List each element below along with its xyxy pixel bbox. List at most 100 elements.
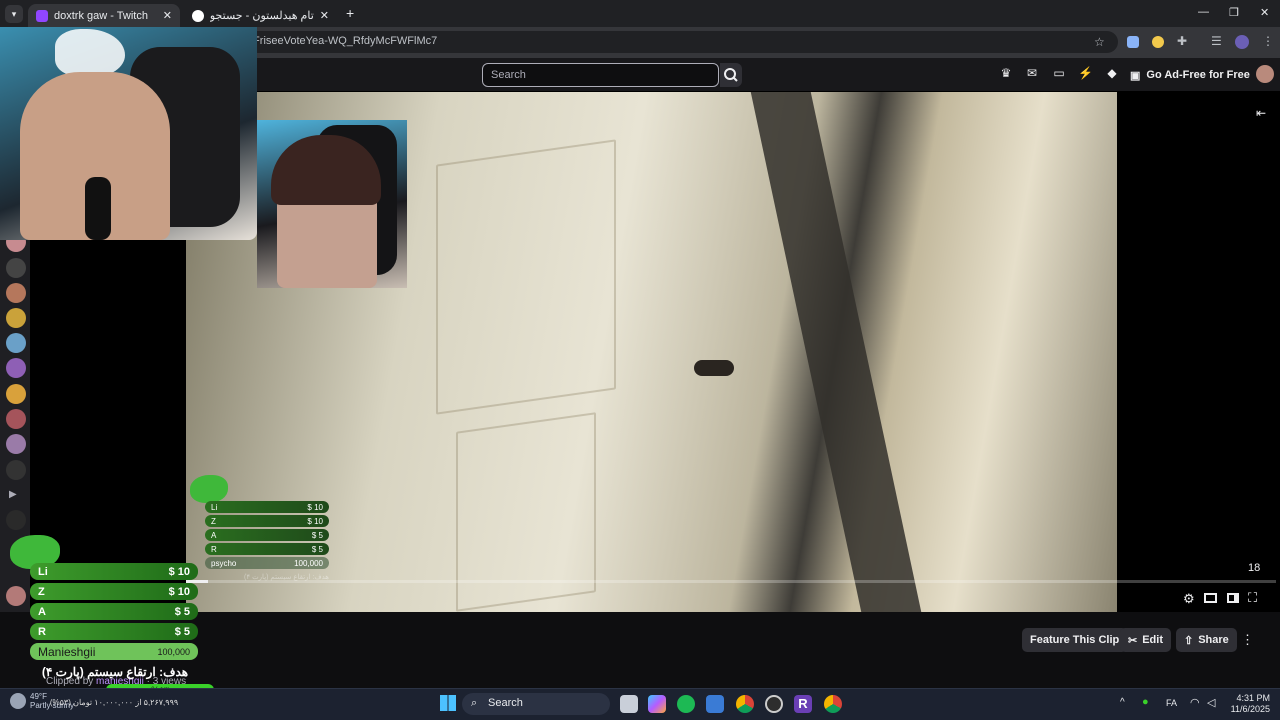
goal-amount: $ 5 <box>174 605 190 618</box>
profile-avatar[interactable] <box>1235 35 1249 49</box>
goal-label: Li <box>211 502 218 512</box>
channel-avatar[interactable] <box>6 308 26 328</box>
more-options-icon[interactable]: ⋮ <box>1241 632 1254 648</box>
viewer-count: 18 <box>1248 562 1261 574</box>
close-icon[interactable]: ✕ <box>320 9 329 22</box>
language-indicator[interactable]: FA <box>1166 698 1177 708</box>
microphone-icon[interactable]: ● <box>1142 696 1149 708</box>
user-avatar[interactable] <box>1256 65 1274 83</box>
share-button[interactable]: ⇧ Share <box>1176 628 1237 652</box>
video-camera-icon[interactable]: ▶ <box>9 489 17 500</box>
volume-icon[interactable]: ◁ <box>1207 696 1215 709</box>
prime-crown-icon[interactable]: ♛ <box>999 66 1013 82</box>
settings-gear-icon[interactable]: ⚙ <box>1183 591 1195 607</box>
goal-amount: $ 10 <box>168 565 190 578</box>
url-text: \FriseeVoteYea-WQ_RfdyMcFWFlMc7 <box>250 35 438 47</box>
go-ad-free-button[interactable]: ▣ Go Ad-Free for Free <box>1130 63 1250 87</box>
browser-menu-icon[interactable]: ⋮ <box>1262 34 1274 48</box>
go-ad-free-label: Go Ad-Free for Free <box>1146 69 1250 81</box>
goal-row: Z $ 10 <box>205 515 329 527</box>
channel-avatar[interactable] <box>6 258 26 278</box>
goal-amount: 100,000 <box>294 558 323 568</box>
goal-amount: $ 5 <box>311 544 323 554</box>
bookmark-star-icon[interactable]: ☆ <box>1094 35 1105 49</box>
feature-clip-button[interactable]: Feature This Clip <box>1022 628 1128 652</box>
goal-label: Li <box>38 565 48 578</box>
new-tab-button[interactable]: + <box>346 6 360 20</box>
minimize-button[interactable]: — <box>1198 6 1209 18</box>
close-window-button[interactable]: ✕ <box>1260 6 1269 19</box>
clock-date: 11/6/2025 <box>1230 704 1270 714</box>
channel-avatar[interactable] <box>6 460 26 480</box>
channel-avatar[interactable] <box>6 510 26 530</box>
whispers-icon[interactable]: ▭ <box>1052 66 1066 82</box>
address-bar[interactable]: \FriseeVoteYea-WQ_RfdyMcFWFlMc7 <box>160 31 1118 53</box>
goal-label: R <box>211 544 217 554</box>
search-input[interactable]: Search <box>482 63 719 87</box>
taskbar-search-label: Search <box>488 697 523 709</box>
theatre-mode-icon[interactable] <box>1204 593 1217 603</box>
chrome-icon[interactable] <box>736 695 754 713</box>
inbox-icon[interactable]: ✉ <box>1025 66 1039 82</box>
wifi-icon[interactable]: ◠ <box>1190 696 1200 709</box>
channel-avatar[interactable] <box>6 586 26 606</box>
search-icon <box>724 68 738 82</box>
goal-row: R $ 5 <box>30 623 198 640</box>
progress-bar[interactable] <box>186 580 1276 583</box>
copilot-icon[interactable] <box>648 695 666 713</box>
goal-label: Z <box>38 585 45 598</box>
edit-label: Edit <box>1142 634 1163 646</box>
extensions-puzzle-icon[interactable]: ✚ <box>1177 34 1187 48</box>
tab-twitch[interactable]: doxtrk gaw - Twitch ✕ <box>28 4 180 27</box>
door-handle <box>694 360 734 376</box>
app-icon[interactable] <box>706 695 724 713</box>
twitch-icon <box>36 9 48 22</box>
channel-avatar[interactable] <box>6 333 26 353</box>
channel-avatar[interactable] <box>6 409 26 429</box>
share-icon: ⇧ <box>1184 634 1194 647</box>
edit-button[interactable]: ✂ Edit <box>1120 628 1171 652</box>
clock-time: 4:31 PM <box>1236 693 1270 703</box>
guest-webcam <box>257 120 407 288</box>
tab-search-button[interactable]: ▾ <box>5 5 23 23</box>
door-frame <box>750 92 922 612</box>
video-letterbox-right <box>1117 92 1280 612</box>
channel-avatar[interactable] <box>6 358 26 378</box>
channel-avatar[interactable] <box>6 384 26 404</box>
goal-row: Manieshgii 100,000 <box>30 643 198 660</box>
extension-icon[interactable] <box>1127 36 1139 48</box>
collapse-chat-icon[interactable]: ⇤ <box>1256 106 1266 120</box>
channel-avatar[interactable] <box>6 283 26 303</box>
goal-row: A $ 5 <box>205 529 329 541</box>
clock[interactable]: 4:31 PM 11/6/2025 <box>1228 693 1270 715</box>
goal-row: Z $ 10 <box>30 583 198 600</box>
bits-icon[interactable]: ◆ <box>1105 66 1119 82</box>
goal-row: A $ 5 <box>30 603 198 620</box>
share-label: Share <box>1198 634 1229 646</box>
chat-panel-icon[interactable] <box>1227 593 1239 603</box>
taskbar-search[interactable]: ⌕ Search <box>462 693 610 715</box>
chrome-icon[interactable] <box>824 695 842 713</box>
goal-row: Li $ 10 <box>30 563 198 580</box>
spotify-icon[interactable] <box>677 695 695 713</box>
donation-goal-overlay: Li $ 10 Z $ 10 A $ 5 R $ 5 Manieshgii 100,000 <box>30 563 198 660</box>
close-icon[interactable]: ✕ <box>163 9 172 22</box>
reading-list-icon[interactable]: ☰ <box>1211 34 1222 48</box>
streamer-webcam <box>0 27 257 240</box>
windows-start-icon[interactable] <box>440 695 456 711</box>
maximize-button[interactable]: ❐ <box>1229 6 1239 19</box>
revo-icon[interactable]: R <box>794 695 812 713</box>
task-view-icon[interactable] <box>620 695 638 713</box>
extension-icon[interactable] <box>1152 36 1164 48</box>
gecko-logo <box>55 29 125 77</box>
tray-overflow-icon[interactable]: ^ <box>1120 697 1125 708</box>
search-button[interactable] <box>720 63 742 87</box>
obs-icon[interactable] <box>765 695 783 713</box>
tab-google[interactable]: تام هیدلستون - جستجوی Google ✕ <box>184 4 337 27</box>
channel-avatar[interactable] <box>6 434 26 454</box>
goal-amount: $ 5 <box>174 625 190 638</box>
scissors-icon: ✂ <box>1128 634 1138 647</box>
activity-icon[interactable]: ⚡ <box>1078 66 1093 82</box>
donation-goal-overlay-small: Li $ 10 Z $ 10 A $ 5 R $ 5 psycho 100,000 هدف… <box>205 501 329 581</box>
fullscreen-icon[interactable]: ⛶ <box>1248 590 1257 606</box>
